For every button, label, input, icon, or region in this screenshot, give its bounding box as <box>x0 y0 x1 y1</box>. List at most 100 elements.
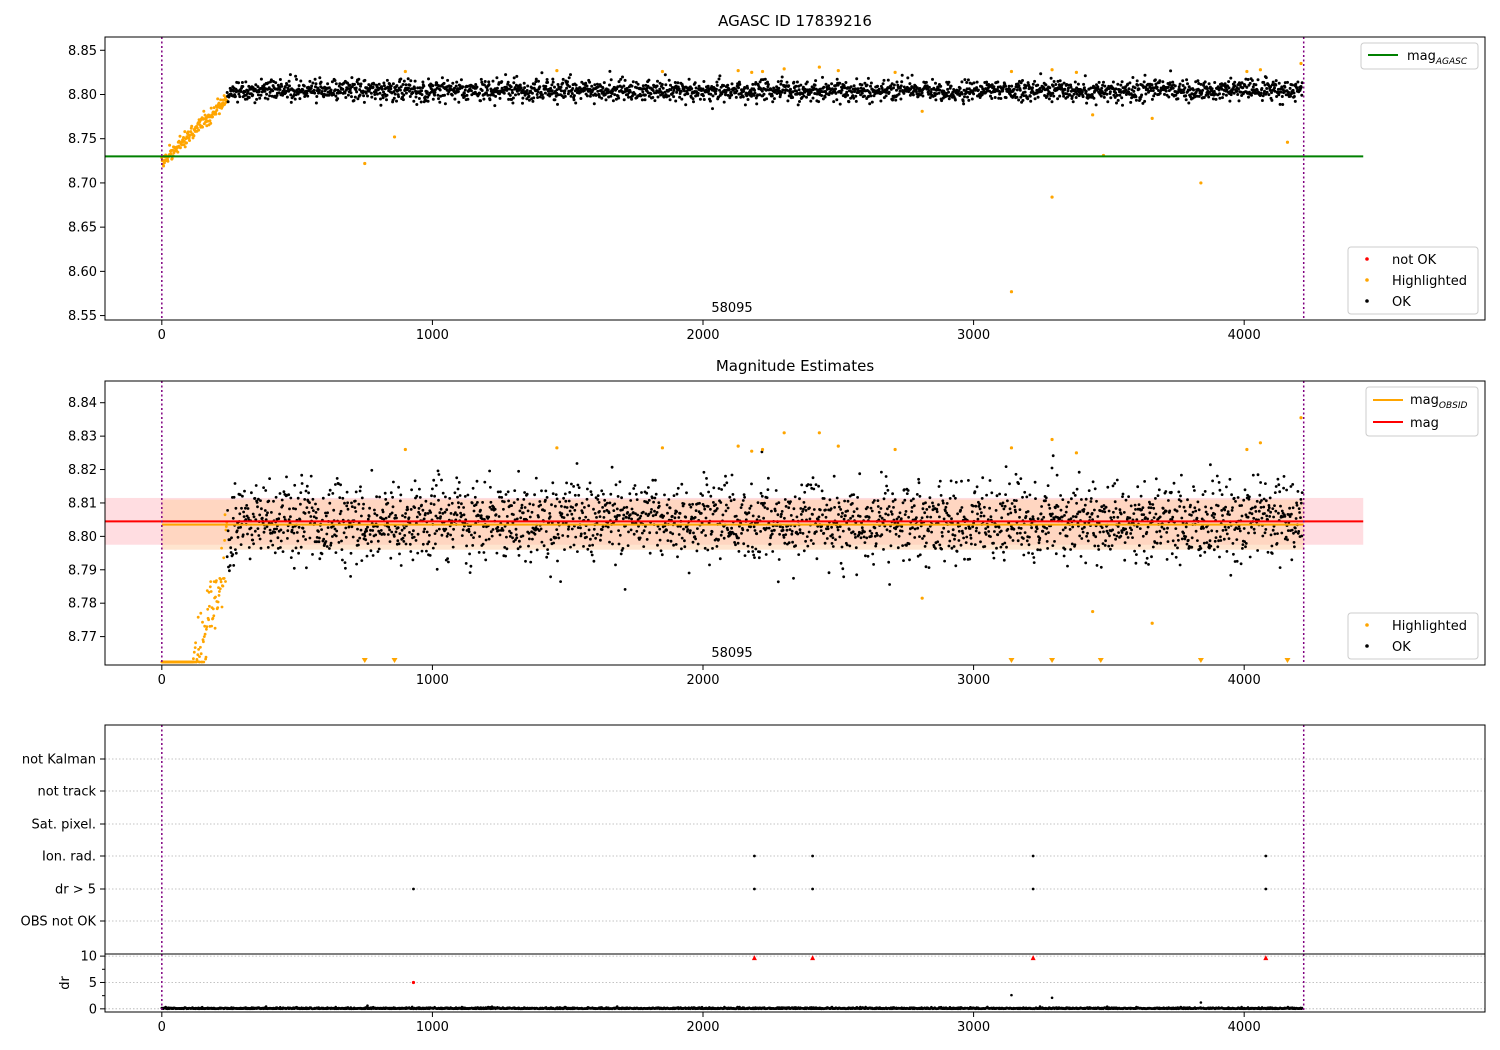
estimates-point <box>1083 525 1086 529</box>
estimates-point <box>360 496 364 500</box>
estimates-point <box>1133 549 1136 553</box>
agasc-point <box>422 84 426 88</box>
agasc-xtick-label: 4000 <box>1228 328 1261 343</box>
estimates-point <box>682 527 685 531</box>
estimates-point <box>951 528 955 532</box>
agasc-panel-title: AGASC ID 17839216 <box>718 12 872 30</box>
estimates-point <box>835 496 839 500</box>
estimates-point <box>263 527 267 530</box>
agasc-point <box>494 94 498 98</box>
estimates-point <box>918 553 922 557</box>
estimates-point <box>433 532 437 535</box>
estimates-point <box>1040 505 1043 508</box>
agasc-point <box>869 84 872 88</box>
estimates-point <box>960 479 963 483</box>
estimates-point <box>1133 503 1137 507</box>
agasc-point <box>369 91 373 95</box>
estimates-point <box>777 501 781 504</box>
estimates-point <box>880 533 884 537</box>
agasc-point <box>1106 100 1110 104</box>
estimates-point <box>948 497 952 500</box>
agasc-point <box>1283 85 1287 89</box>
estimates-point <box>250 533 254 537</box>
estimates-point <box>266 546 270 549</box>
estimates-point <box>1037 541 1041 545</box>
estimates-point <box>522 498 526 501</box>
estimates-point <box>953 537 956 541</box>
estimates-point <box>216 600 220 604</box>
estimates-point <box>880 516 884 520</box>
agasc-point <box>478 91 482 95</box>
estimates-point <box>642 545 646 548</box>
agasc-point <box>315 95 319 98</box>
estimates-point <box>570 512 574 516</box>
agasc-point <box>287 79 291 83</box>
estimates-point <box>420 503 423 507</box>
agasc-point <box>438 88 442 92</box>
estimates-point <box>301 526 305 530</box>
estimates-point <box>1141 534 1145 538</box>
agasc-point <box>1052 80 1056 83</box>
estimates-point <box>1073 494 1077 497</box>
estimates-point <box>811 476 815 480</box>
agasc-point <box>946 87 950 91</box>
estimates-point <box>888 583 891 586</box>
estimates-point <box>649 510 653 514</box>
estimates-point <box>888 529 892 533</box>
estimates-point <box>635 529 639 533</box>
estimates-point <box>627 530 630 534</box>
estimates-point <box>299 502 302 506</box>
estimates-point <box>907 542 911 546</box>
agasc-point <box>440 76 444 80</box>
agasc-point <box>523 86 527 90</box>
agasc-point <box>295 77 298 81</box>
estimates-point <box>1002 550 1005 554</box>
estimates-point <box>357 502 361 506</box>
agasc-point <box>427 77 430 81</box>
estimates-point <box>370 468 374 472</box>
estimates-point <box>401 536 405 540</box>
agasc-point <box>636 82 640 86</box>
estimates-point <box>693 516 697 519</box>
estimates-point <box>544 489 548 493</box>
estimates-point <box>560 512 564 516</box>
estimates-point <box>504 554 507 558</box>
estimates-point <box>935 510 939 514</box>
estimates-point <box>1012 527 1016 531</box>
agasc-point <box>684 103 688 107</box>
estimates-point <box>286 537 289 540</box>
estimates-point <box>752 553 756 557</box>
estimates-point <box>622 506 626 510</box>
estimates-point <box>570 527 574 531</box>
agasc-point <box>965 81 969 84</box>
agasc-point <box>491 79 495 83</box>
estimates-point <box>275 527 278 531</box>
agasc-point <box>897 92 901 96</box>
agasc-outlier-point <box>403 69 407 74</box>
estimates-point <box>1006 527 1010 531</box>
estimates-point <box>851 530 855 534</box>
estimates-point <box>501 529 505 532</box>
estimates-point <box>233 482 237 485</box>
agasc-point <box>900 73 904 77</box>
estimates-point <box>489 530 493 534</box>
agasc-point <box>419 100 423 104</box>
estimates-point <box>1009 511 1013 515</box>
agasc-point <box>900 80 904 84</box>
agasc-point <box>967 98 971 102</box>
estimates-point <box>1018 515 1021 519</box>
agasc-point <box>211 115 214 119</box>
agasc-point <box>317 88 321 92</box>
estimates-point <box>1129 504 1133 508</box>
estimates-point <box>840 545 844 549</box>
agasc-point <box>1137 87 1141 91</box>
estimates-point <box>303 498 307 501</box>
estimates-point <box>938 543 942 547</box>
estimates-point <box>253 529 257 533</box>
estimates-point <box>915 516 918 519</box>
estimates-point <box>601 525 605 529</box>
estimates-point <box>797 553 801 556</box>
agasc-point <box>785 80 789 84</box>
estimates-point <box>1086 511 1090 515</box>
estimates-point <box>1053 540 1056 543</box>
